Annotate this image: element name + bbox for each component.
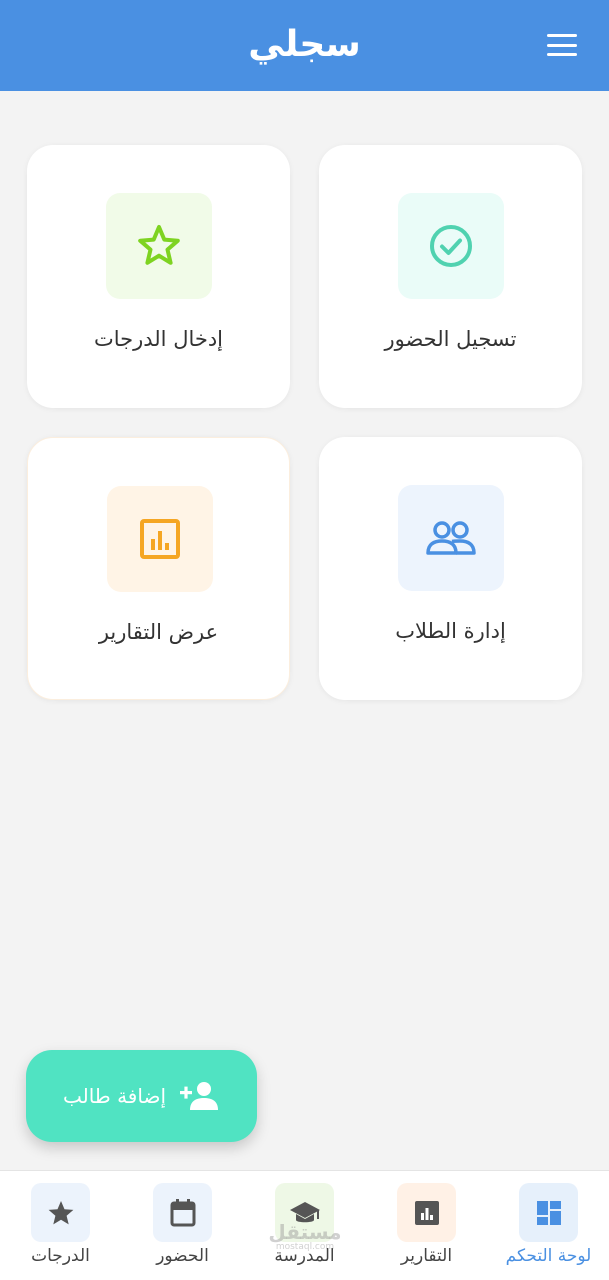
watermark-text: مستقل — [268, 1220, 342, 1244]
nav-dashboard[interactable]: لوحة التحكم — [488, 1171, 609, 1280]
app-header: سجلي — [0, 0, 609, 91]
card-label: تسجيل الحضور — [384, 327, 517, 351]
people-icon — [398, 485, 504, 591]
card-grades[interactable]: إدخال الدرجات — [27, 145, 290, 408]
report-chart-icon — [107, 486, 213, 592]
add-student-button[interactable]: إضافة طالب — [26, 1050, 257, 1142]
add-student-label: إضافة طالب — [62, 1084, 167, 1108]
app-screen: سجلي تسجيل الحضور إدخال الدرجات إدارة ال… — [0, 0, 609, 1280]
app-title: سجلي — [248, 24, 361, 65]
card-attendance[interactable]: تسجيل الحضور — [319, 145, 582, 408]
menu-icon[interactable] — [545, 30, 579, 60]
check-circle-icon — [398, 193, 504, 299]
star-icon — [106, 193, 212, 299]
watermark-sub: mostaql.com — [275, 1242, 335, 1252]
calendar-icon — [153, 1183, 212, 1242]
nav-reports[interactable]: التقارير — [366, 1171, 487, 1280]
nav-attendance[interactable]: الحضور — [122, 1171, 243, 1280]
card-label: إدخال الدرجات — [93, 327, 224, 351]
nav-label: الحضور — [156, 1246, 209, 1266]
watermark: مستقل mostaql.com — [265, 1222, 345, 1253]
report-icon — [397, 1183, 456, 1242]
card-label: عرض التقارير — [98, 620, 219, 644]
nav-label: لوحة التحكم — [505, 1246, 592, 1266]
card-students[interactable]: إدارة الطلاب — [319, 437, 582, 700]
card-label: إدارة الطلاب — [395, 619, 506, 643]
nav-grades[interactable]: الدرجات — [0, 1171, 121, 1280]
dashboard-icon — [519, 1183, 578, 1242]
nav-label: الدرجات — [31, 1246, 90, 1266]
nav-label: التقارير — [400, 1246, 453, 1266]
card-reports[interactable]: عرض التقارير — [27, 437, 290, 700]
person-add-icon — [180, 1080, 220, 1112]
star-icon — [31, 1183, 90, 1242]
